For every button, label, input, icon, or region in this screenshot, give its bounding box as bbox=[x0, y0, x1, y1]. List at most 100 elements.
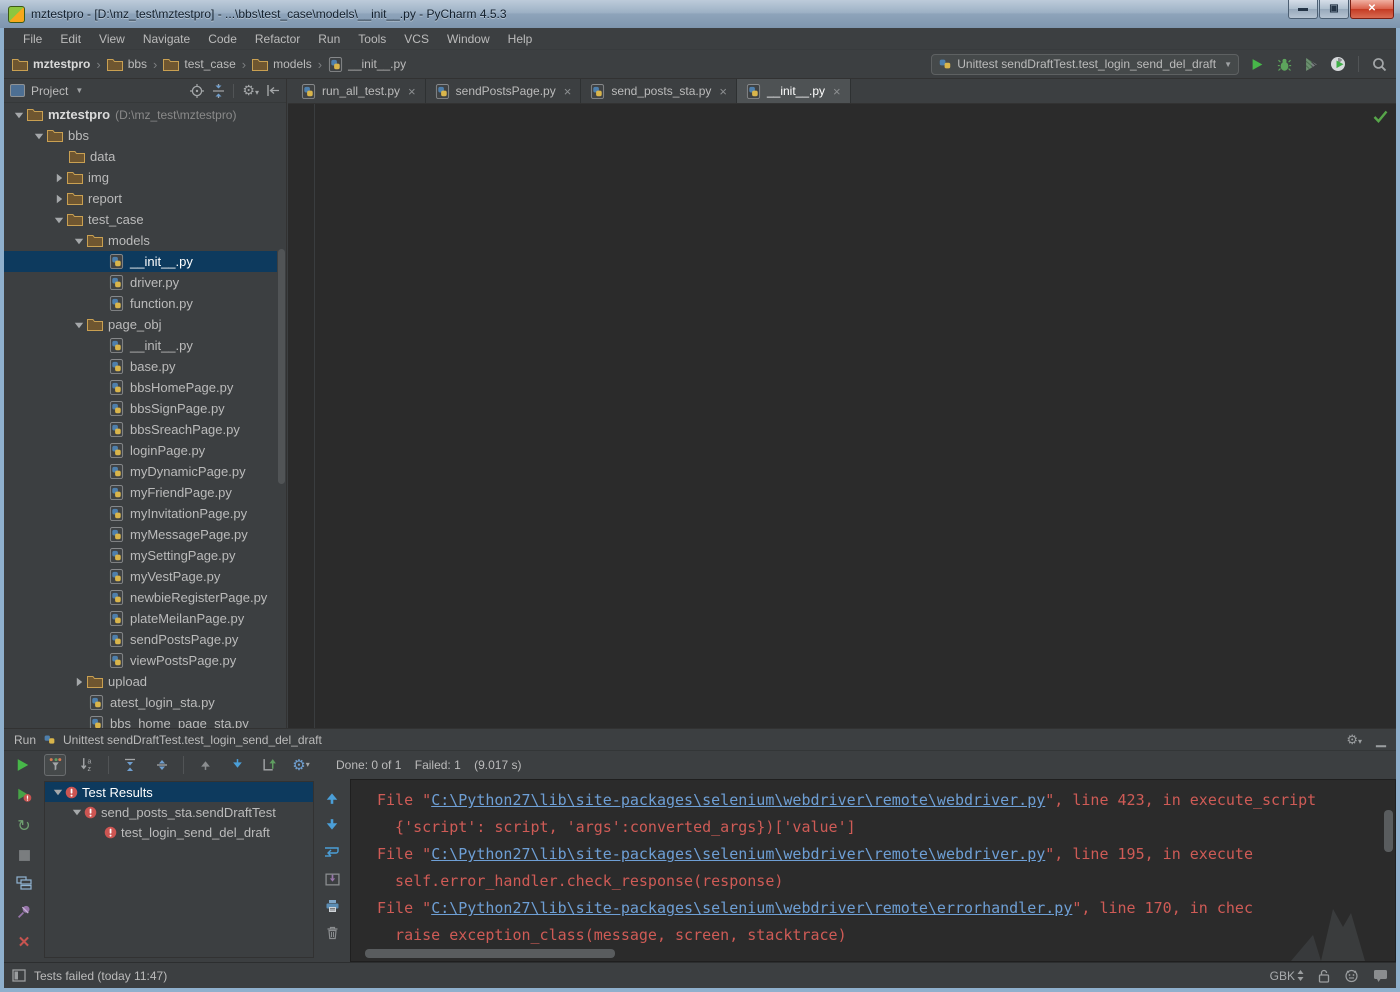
hide-passed-filter-icon[interactable] bbox=[44, 754, 66, 776]
close-button[interactable]: ✕ bbox=[1350, 0, 1394, 19]
pin-tab-icon[interactable] bbox=[15, 904, 33, 919]
console-horizontal-scrollbar[interactable] bbox=[365, 949, 615, 958]
collapse-all-icon[interactable] bbox=[151, 754, 173, 776]
project-tree-item[interactable]: myVestPage.py bbox=[4, 566, 277, 587]
menu-item-view[interactable]: View bbox=[90, 29, 134, 49]
menu-item-run[interactable]: Run bbox=[309, 29, 349, 49]
project-tree-item[interactable]: __init__.py bbox=[4, 251, 277, 272]
project-tree-item[interactable]: mztestpro(D:\mz_test\mztestpro) bbox=[4, 104, 277, 125]
project-tree-item[interactable]: viewPostsPage.py bbox=[4, 650, 277, 671]
project-tree-item[interactable]: plateMeilanPage.py bbox=[4, 608, 277, 629]
tree-collapsed-arrow-icon[interactable] bbox=[52, 192, 65, 205]
tree-collapsed-arrow-icon[interactable] bbox=[52, 171, 65, 184]
menu-item-tools[interactable]: Tools bbox=[349, 29, 395, 49]
project-tree-item[interactable]: base.py bbox=[4, 356, 277, 377]
hector-inspection-icon[interactable] bbox=[1344, 968, 1359, 983]
menu-item-navigate[interactable]: Navigate bbox=[134, 29, 199, 49]
project-tree-item[interactable]: bbs bbox=[4, 125, 277, 146]
close-icon[interactable]: × bbox=[564, 84, 572, 99]
project-tree-item[interactable]: page_obj bbox=[4, 314, 277, 335]
menu-item-help[interactable]: Help bbox=[499, 29, 542, 49]
project-tree-item[interactable]: newbieRegisterPage.py bbox=[4, 587, 277, 608]
locate-file-icon[interactable] bbox=[190, 84, 204, 98]
project-tree-item[interactable]: atest_login_sta.py bbox=[4, 692, 277, 713]
console-vertical-scrollbar[interactable] bbox=[1384, 810, 1393, 852]
run-button[interactable] bbox=[1248, 55, 1266, 73]
breadcrumb-item[interactable]: test_case bbox=[163, 57, 235, 71]
stop-icon[interactable] bbox=[15, 849, 33, 862]
tree-expanded-arrow-icon[interactable] bbox=[51, 787, 65, 797]
project-tree-item[interactable]: upload bbox=[4, 671, 277, 692]
project-tree-item[interactable]: myInvitationPage.py bbox=[4, 503, 277, 524]
project-tree-item[interactable]: mySettingPage.py bbox=[4, 545, 277, 566]
up-stacktrace-icon[interactable] bbox=[323, 789, 341, 807]
breadcrumb-item[interactable]: bbs bbox=[107, 57, 147, 71]
project-tree-item[interactable]: myFriendPage.py bbox=[4, 482, 277, 503]
editor-tab-__init__.py[interactable]: __init__.py× bbox=[737, 79, 851, 103]
scroll-to-end-icon[interactable] bbox=[323, 870, 341, 888]
tree-expanded-arrow-icon[interactable] bbox=[12, 108, 25, 121]
project-tree-item[interactable]: img bbox=[4, 167, 277, 188]
stacktrace-file-link[interactable]: C:\Python27\lib\site-packages\selenium\w… bbox=[431, 791, 1045, 809]
tree-expanded-arrow-icon[interactable] bbox=[52, 213, 65, 226]
chevron-down-icon[interactable]: ▼ bbox=[75, 86, 83, 95]
project-tree-item[interactable]: sendPostsPage.py bbox=[4, 629, 277, 650]
gear-icon[interactable]: ⚙▾ bbox=[242, 82, 259, 99]
editor-tab-send_posts_sta.py[interactable]: send_posts_sta.py× bbox=[581, 79, 737, 103]
menu-item-refactor[interactable]: Refactor bbox=[246, 29, 309, 49]
restore-layout-icon[interactable] bbox=[15, 876, 33, 890]
project-tree-item[interactable]: function.py bbox=[4, 293, 277, 314]
project-tree-item[interactable]: bbs_home_page_sta.py bbox=[4, 713, 277, 728]
tree-expanded-arrow-icon[interactable] bbox=[72, 318, 85, 331]
gear-icon[interactable]: ⚙▾ bbox=[1346, 732, 1362, 748]
test-tree-item[interactable]: test_login_send_del_draft bbox=[45, 822, 313, 842]
breadcrumb-item[interactable]: models bbox=[252, 57, 312, 71]
import-test-results-icon[interactable] bbox=[258, 754, 280, 776]
print-icon[interactable] bbox=[323, 897, 341, 915]
test-tree-item[interactable]: Test Results bbox=[45, 782, 313, 802]
menu-item-vcs[interactable]: VCS bbox=[395, 29, 438, 49]
lock-icon[interactable] bbox=[1318, 969, 1330, 983]
run-configuration-select[interactable]: Unittest sendDraftTest.test_login_send_d… bbox=[931, 54, 1239, 75]
menu-item-edit[interactable]: Edit bbox=[51, 29, 90, 49]
test-tree-item[interactable]: send_posts_sta.sendDraftTest bbox=[45, 802, 313, 822]
menu-item-window[interactable]: Window bbox=[438, 29, 499, 49]
project-tree-item[interactable]: report bbox=[4, 188, 277, 209]
editor-tab-run_all_test.py[interactable]: run_all_test.py× bbox=[292, 79, 426, 103]
project-tree-item[interactable]: myMessagePage.py bbox=[4, 524, 277, 545]
project-tree-item[interactable]: __init__.py bbox=[4, 335, 277, 356]
scrollbar[interactable] bbox=[278, 249, 285, 484]
soft-wrap-icon[interactable] bbox=[323, 843, 341, 861]
project-tree-item[interactable]: test_case bbox=[4, 209, 277, 230]
stacktrace-file-link[interactable]: C:\Python27\lib\site-packages\selenium\w… bbox=[431, 899, 1072, 917]
clear-console-icon[interactable] bbox=[323, 924, 341, 942]
breadcrumb-item[interactable]: __init__.py bbox=[328, 57, 406, 72]
event-log-bubble-icon[interactable] bbox=[1373, 969, 1388, 982]
tree-expanded-arrow-icon[interactable] bbox=[72, 234, 85, 247]
close-icon[interactable]: × bbox=[833, 84, 841, 99]
profiler-button[interactable] bbox=[1329, 55, 1347, 73]
close-icon[interactable]: × bbox=[408, 84, 416, 99]
encoding-widget[interactable]: GBK bbox=[1270, 969, 1304, 983]
expand-all-icon[interactable] bbox=[119, 754, 141, 776]
project-tree-item[interactable]: models bbox=[4, 230, 277, 251]
test-settings-gear-icon[interactable]: ⚙▾ bbox=[290, 754, 312, 776]
menu-item-code[interactable]: Code bbox=[199, 29, 246, 49]
inspection-ok-icon[interactable] bbox=[1373, 110, 1388, 123]
breadcrumb-item[interactable]: mztestpro bbox=[12, 57, 90, 71]
stacktrace-file-link[interactable]: C:\Python27\lib\site-packages\selenium\w… bbox=[431, 845, 1045, 863]
collapse-all-icon[interactable] bbox=[212, 84, 225, 98]
project-tree-item[interactable]: loginPage.py bbox=[4, 440, 277, 461]
rerun-failed-tests-icon[interactable] bbox=[15, 787, 33, 803]
tree-expanded-arrow-icon[interactable] bbox=[32, 129, 45, 142]
tree-expanded-arrow-icon[interactable] bbox=[70, 807, 84, 817]
project-tree-item[interactable]: bbsSreachPage.py bbox=[4, 419, 277, 440]
previous-failed-test-icon[interactable] bbox=[194, 754, 216, 776]
close-panel-icon[interactable]: ✕ bbox=[15, 933, 33, 951]
minimize-button[interactable]: ▬ bbox=[1288, 0, 1318, 19]
rerun-icon[interactable]: ↻ bbox=[15, 817, 33, 835]
rerun-button[interactable] bbox=[12, 754, 34, 776]
project-tree-item[interactable]: data bbox=[4, 146, 277, 167]
minimize-panel-icon[interactable]: ▁ bbox=[1376, 732, 1386, 748]
editor-content[interactable] bbox=[288, 104, 1396, 728]
